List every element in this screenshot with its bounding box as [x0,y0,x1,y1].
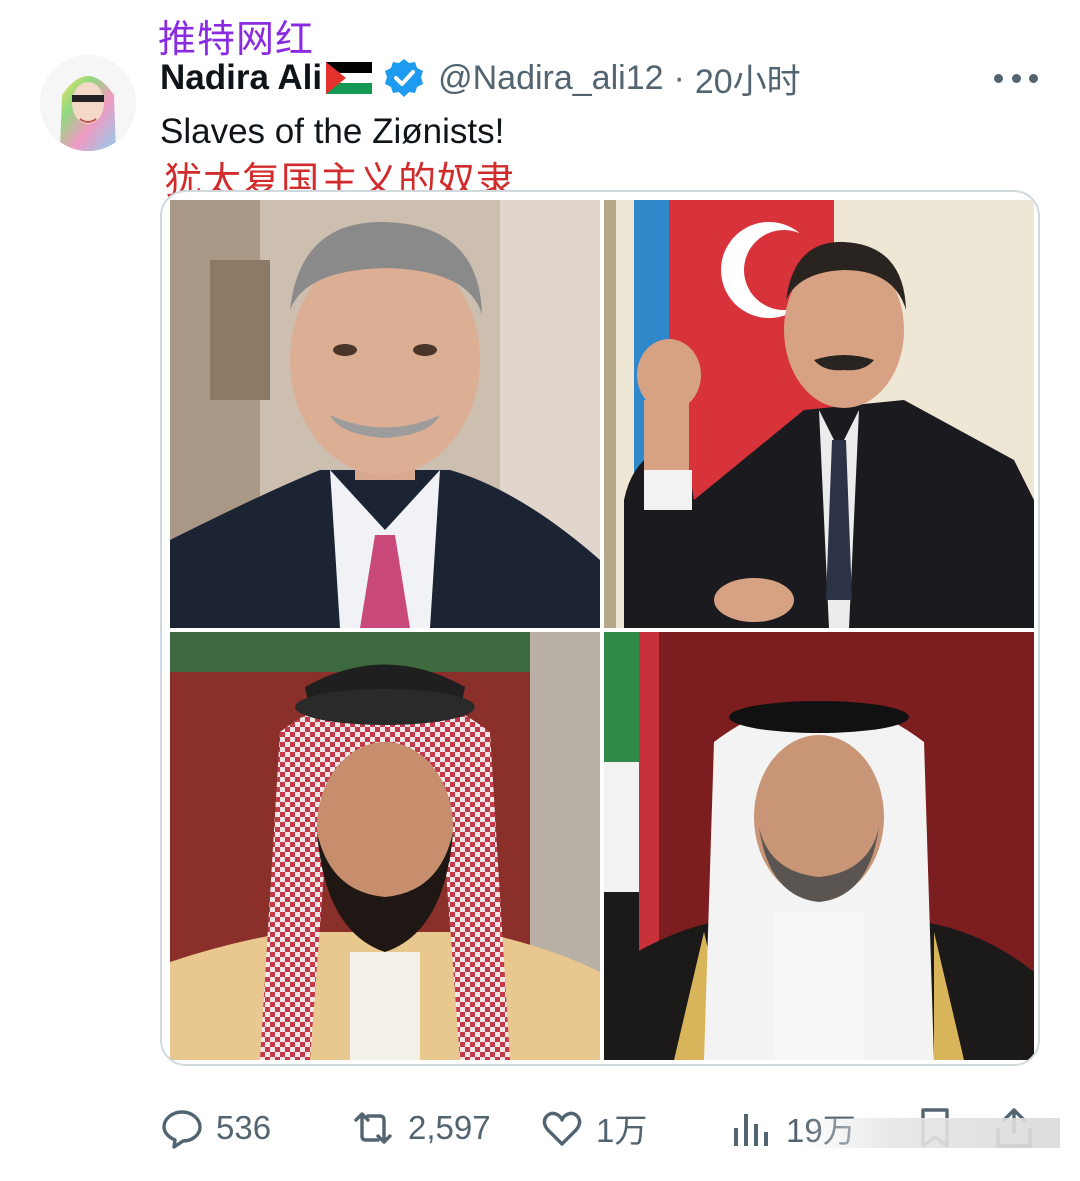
photo-top-left[interactable] [170,200,600,628]
reply-count: 536 [216,1109,272,1146]
handle[interactable]: @Nadira_ali12 [438,59,663,98]
avatar[interactable] [40,55,136,151]
display-name[interactable]: Nadira Ali [160,58,322,98]
tweet-text: Slaves of the Ziønists! [160,112,505,151]
media-grid[interactable] [160,190,1040,1066]
photo-bottom-left[interactable] [170,632,600,1060]
more-options-icon[interactable] [994,70,1038,86]
like-button[interactable]: 1万 [540,1100,647,1156]
retweet-icon [350,1106,396,1150]
reply-button[interactable]: 536 [160,1100,271,1156]
like-count: 1万 [596,1112,648,1149]
photo-top-right[interactable] [604,200,1034,628]
retweet-count: 2,597 [408,1109,491,1146]
verified-badge-icon [384,58,424,98]
palestine-flag-icon [326,62,373,94]
watermark-overlay [800,1118,1060,1148]
reply-icon [160,1106,204,1150]
separator: · [673,58,685,97]
photo-bottom-right[interactable] [604,632,1034,1060]
retweet-button[interactable]: 2,597 [350,1100,491,1156]
heart-icon [540,1106,584,1150]
views-chart-icon [730,1106,774,1150]
timestamp[interactable]: 20小时 [695,54,801,103]
